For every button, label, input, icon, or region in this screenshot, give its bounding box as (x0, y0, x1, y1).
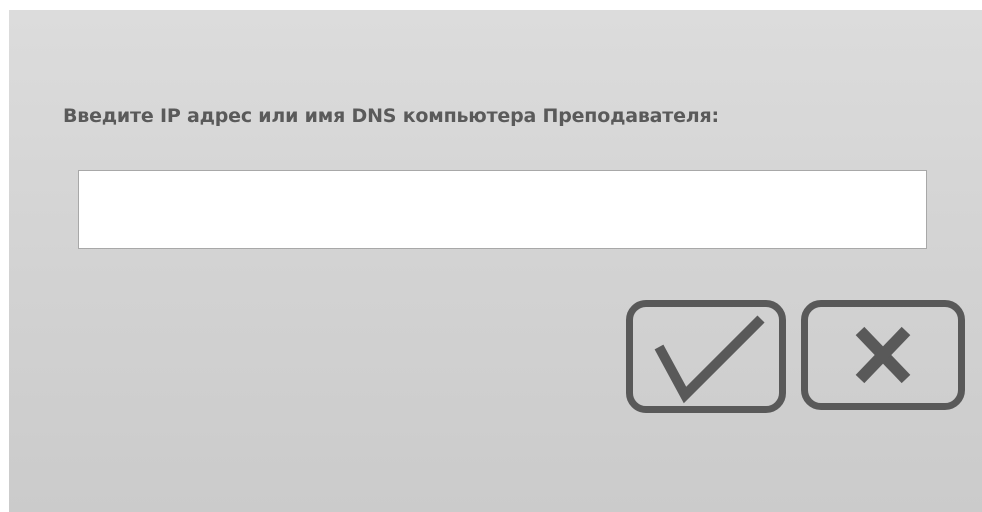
teacher-address-input[interactable] (78, 170, 927, 249)
cancel-button[interactable] (801, 300, 965, 410)
connect-dialog: Введите IP адрес или имя DNS компьютера … (9, 10, 982, 512)
ok-button[interactable] (626, 300, 786, 413)
close-icon (855, 326, 911, 384)
checkmark-icon (654, 315, 765, 404)
prompt-label: Введите IP адрес или имя DNS компьютера … (63, 105, 719, 127)
